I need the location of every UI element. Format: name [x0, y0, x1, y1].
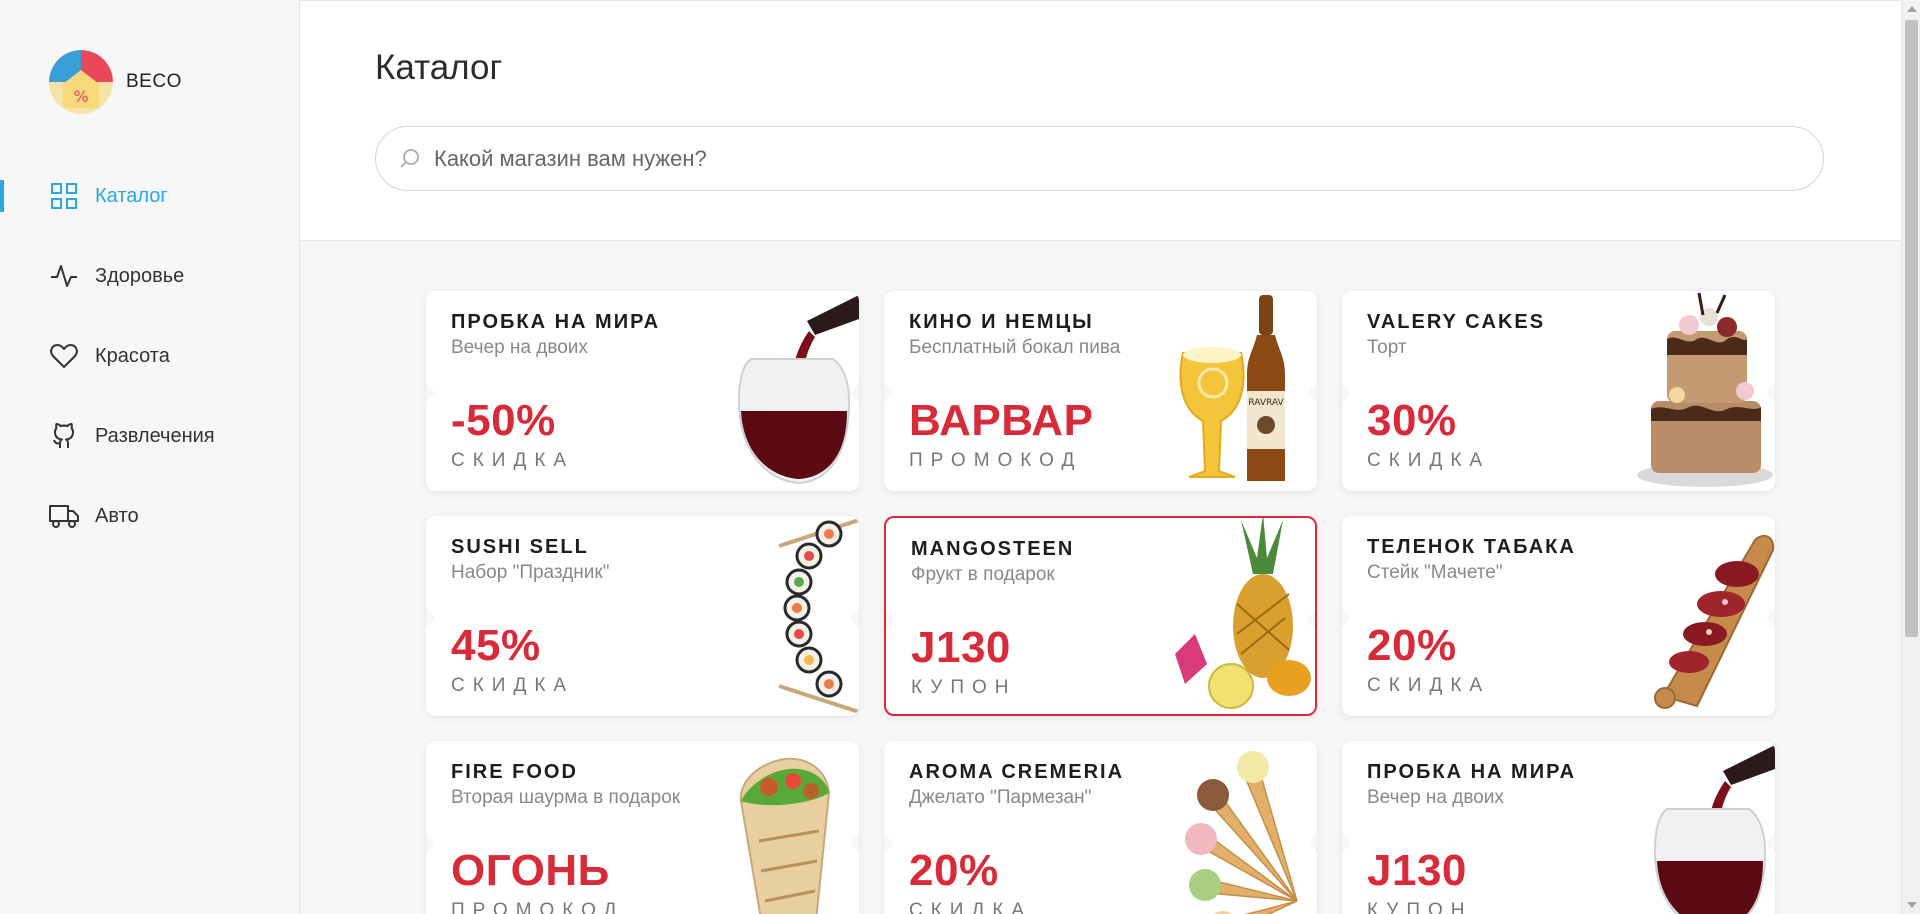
card-subtitle: Фрукт в подарок	[911, 564, 1055, 585]
card-title: MANGOSTEEN	[911, 538, 1075, 560]
card-title: КИНО И НЕМЦЫ	[909, 311, 1094, 333]
store-card[interactable]: ПРОБКА НА МИРА Вечер на двоих -50% СКИДК…	[426, 291, 859, 491]
sidebar-item-catalog[interactable]: Каталог	[0, 176, 300, 216]
sidebar-item-label: Авто	[95, 504, 139, 527]
scroll-thumb[interactable]	[1905, 20, 1918, 637]
beer-image: RAVRAV	[1179, 295, 1285, 481]
svg-text:%: %	[73, 87, 88, 106]
store-card[interactable]: VALERY CAKES Торт 30% СКИДКА	[1342, 291, 1775, 491]
card-title: ТЕЛЕНОК ТАБАКА	[1367, 536, 1576, 558]
card-label: СКИДКА	[451, 675, 575, 696]
card-subtitle: Джелато "Пармезан"	[909, 787, 1092, 808]
fruit-image	[1175, 518, 1311, 709]
card-label: КУПОН	[911, 677, 1017, 698]
card-value: 30%	[1367, 396, 1457, 445]
card-title: VALERY CAKES	[1367, 311, 1546, 333]
pulse-icon	[49, 261, 79, 291]
card-label: СКИДКА	[909, 900, 1033, 914]
search-input[interactable]	[434, 145, 1784, 172]
search-icon	[396, 145, 424, 173]
card-value: 20%	[909, 846, 999, 895]
brand[interactable]: % BECO	[49, 50, 182, 114]
header: Каталог	[300, 0, 1901, 241]
store-card-selected[interactable]: MANGOSTEEN Фрукт в подарок J130 КУПОН	[884, 516, 1317, 716]
card-label: СКИДКА	[1367, 675, 1491, 696]
card-value: -50%	[451, 396, 556, 445]
store-card[interactable]: ПРОБКА НА МИРА Вечер на двоих J130 КУПОН	[1342, 741, 1775, 914]
card-value: ОГОНЬ	[451, 846, 610, 895]
card-subtitle: Бесплатный бокал пива	[909, 337, 1121, 358]
sidebar-item-label: Развлечения	[95, 424, 215, 447]
scroll-down-icon[interactable]	[1907, 902, 1917, 908]
card-label: ПРОМОКОД	[909, 450, 1083, 471]
logo-icon: %	[49, 50, 113, 114]
card-label: СКИДКА	[451, 450, 575, 471]
sidebar: % BECO Каталог Здоровье Красота Развлече…	[0, 0, 300, 914]
brand-name: BECO	[126, 71, 182, 92]
page-title: Каталог	[375, 48, 503, 87]
sidebar-item-auto[interactable]: Авто	[0, 496, 300, 536]
card-title: AROMA CREMERIA	[909, 761, 1125, 783]
wine-glass-image	[737, 295, 859, 485]
sidebar-nav: Каталог Здоровье Красота Развлечения Авт…	[0, 176, 300, 576]
card-subtitle: Стейк "Мачете"	[1367, 562, 1503, 583]
sidebar-item-beauty[interactable]: Красота	[0, 336, 300, 376]
card-subtitle: Вечер на двоих	[451, 337, 588, 358]
card-subtitle: Набор "Праздник"	[451, 562, 610, 583]
card-label: СКИДКА	[1367, 450, 1491, 471]
sushi-image	[778, 518, 859, 714]
svg-text:RAVRAV: RAVRAV	[1248, 398, 1284, 408]
card-value: 20%	[1367, 621, 1457, 670]
wine-glass-image	[1653, 745, 1775, 914]
truck-icon	[49, 501, 79, 531]
card-title: FIRE FOOD	[451, 761, 578, 783]
card-value: J130	[911, 623, 1011, 672]
store-card[interactable]: AROMA CREMERIA Джелато "Пармезан" 20% СК…	[884, 741, 1317, 914]
scroll-up-icon[interactable]	[1907, 6, 1917, 12]
card-value: ВАРВАР	[909, 396, 1094, 445]
card-title: ПРОБКА НА МИРА	[451, 311, 661, 333]
cake-image	[1637, 292, 1773, 487]
steak-image	[1654, 534, 1775, 709]
store-card[interactable]: FIRE FOOD Вторая шаурма в подарок ОГОНЬ …	[426, 741, 859, 914]
card-label: КУПОН	[1367, 900, 1473, 914]
sidebar-item-label: Красота	[95, 344, 170, 367]
card-title: SUSHI SELL	[451, 536, 589, 558]
card-subtitle: Торт	[1367, 337, 1407, 358]
sidebar-item-entertainment[interactable]: Развлечения	[0, 416, 300, 456]
grid-icon	[49, 181, 79, 211]
sidebar-item-label: Здоровье	[95, 264, 185, 287]
ice-cream-image	[1185, 751, 1298, 914]
search-box[interactable]	[375, 126, 1824, 191]
github-icon	[49, 421, 79, 451]
store-card[interactable]: ТЕЛЕНОК ТАБАКА Стейк "Мачете" 20% СКИДКА	[1342, 516, 1775, 716]
card-value: 45%	[451, 621, 541, 670]
sidebar-item-label: Каталог	[95, 184, 168, 207]
shawarma-image	[739, 757, 831, 914]
card-title: ПРОБКА НА МИРА	[1367, 761, 1577, 783]
card-subtitle: Вечер на двоих	[1367, 787, 1504, 808]
sidebar-item-health[interactable]: Здоровье	[0, 256, 300, 296]
card-value: J130	[1367, 846, 1467, 895]
catalog-grid: ПРОБКА НА МИРА Вечер на двоих -50% СКИДК…	[426, 291, 1775, 914]
store-card[interactable]: КИНО И НЕМЦЫ Бесплатный бокал пива ВАРВА…	[884, 291, 1317, 491]
card-label: ПРОМОКОД	[451, 900, 625, 914]
store-card[interactable]: SUSHI SELL Набор "Праздник" 45% СКИДКА	[426, 516, 859, 716]
scrollbar[interactable]	[1901, 0, 1920, 914]
card-subtitle: Вторая шаурма в подарок	[451, 787, 681, 808]
heart-icon	[49, 341, 79, 371]
